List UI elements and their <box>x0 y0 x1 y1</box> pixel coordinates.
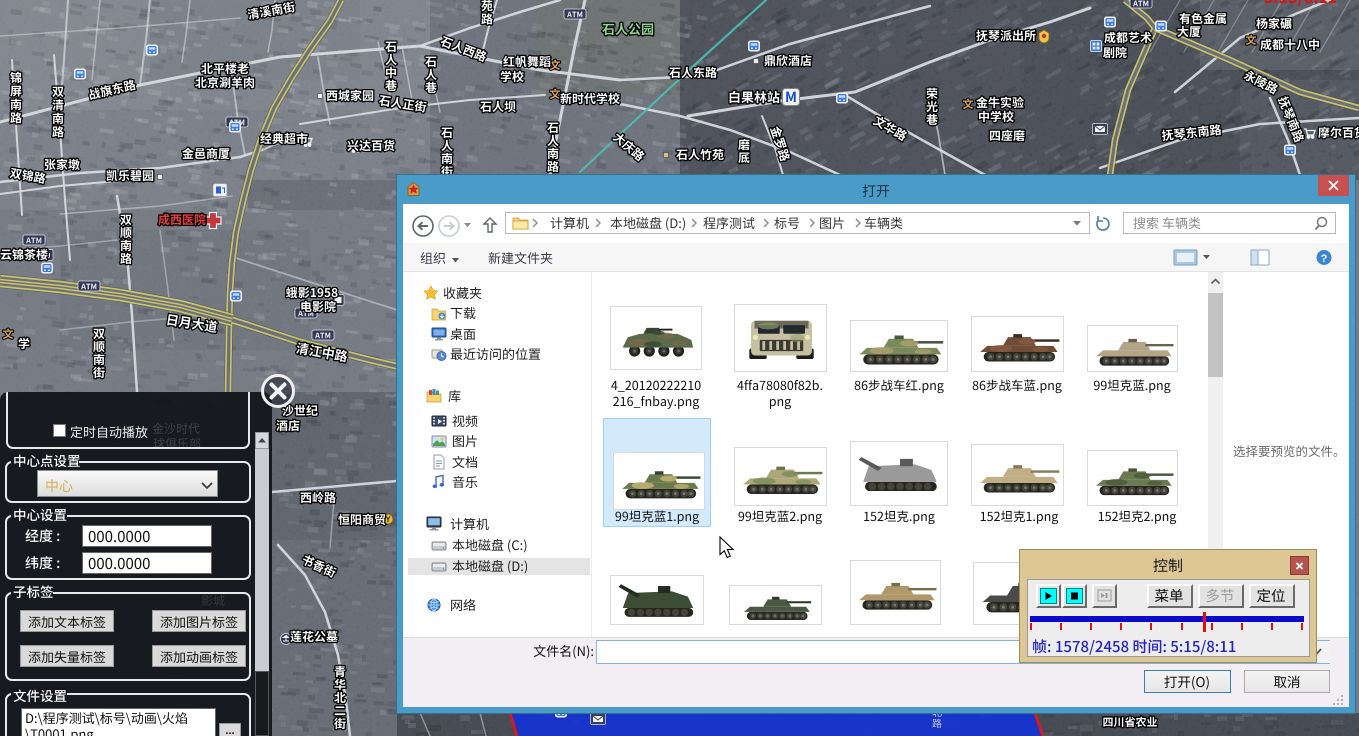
svg-text:?: ? <box>1321 253 1328 265</box>
